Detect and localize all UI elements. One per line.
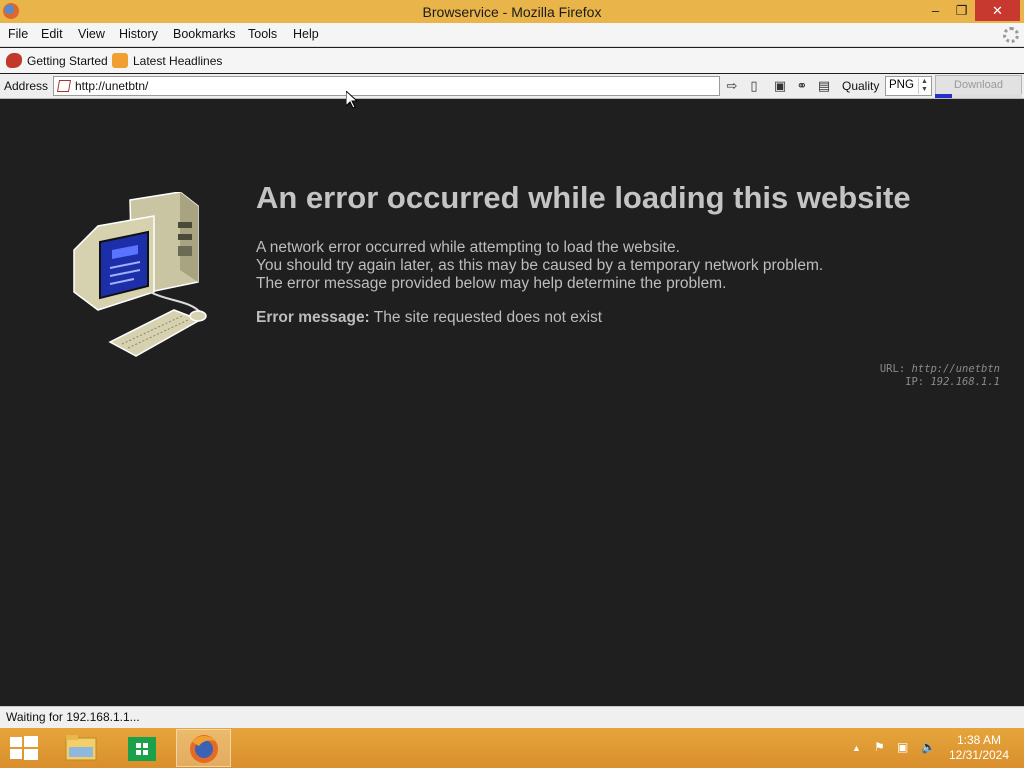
file-explorer-taskbar-button[interactable]: [54, 729, 109, 767]
menu-edit[interactable]: Edit: [41, 27, 63, 41]
store-icon: [128, 737, 156, 761]
address-toolbar: Address http://unetbtn/ ⇨ ▯ ▣ ⚭ ▤ Qualit…: [0, 74, 1024, 99]
taskbar-clock[interactable]: 1:38 AM 12/31/2024: [944, 733, 1014, 763]
volume-muted-icon[interactable]: 🔈: [921, 740, 936, 754]
action-center-flag-icon[interactable]: ⚑: [874, 740, 885, 754]
windows-start-icon[interactable]: [10, 736, 38, 760]
status-bar: Waiting for 192.168.1.1...: [0, 706, 1024, 728]
taskbar: ▲ ⚑ ▣ 🔈 1:38 AM 12/31/2024: [0, 728, 1024, 768]
url-value: http://unetbtn: [911, 363, 1000, 375]
address-label: Address: [4, 79, 49, 93]
window-title: Browservice - Mozilla Firefox: [422, 4, 602, 20]
error-heading: An error occurred while loading this web…: [256, 180, 911, 215]
menu-bookmarks[interactable]: Bookmarks: [173, 27, 236, 41]
page-icon: [56, 80, 72, 92]
computer-illustration-icon: [73, 192, 207, 357]
store-taskbar-button[interactable]: [115, 729, 170, 767]
quality-value: PNG: [889, 79, 914, 91]
download-progress-bar: [935, 94, 1022, 98]
progress-fill: [935, 94, 953, 98]
clock-time: 1:38 AM: [956, 733, 1002, 747]
clock-date: 12/31/2024: [948, 748, 1010, 762]
go-arrow-icon[interactable]: ⇨: [723, 77, 741, 95]
maximize-button[interactable]: ❐: [948, 0, 975, 21]
menu-file[interactable]: File: [8, 27, 28, 41]
bookmark-page-icon[interactable]: ▯: [745, 77, 763, 95]
quality-label: Quality: [842, 79, 880, 93]
bookmark-latest-headlines[interactable]: Latest Headlines: [133, 54, 222, 68]
mouse-cursor-icon: [346, 91, 358, 109]
find-binoculars-icon[interactable]: ⚭: [793, 77, 811, 95]
page-content: An error occurred while loading this web…: [0, 91, 1024, 706]
firefox-taskbar-button[interactable]: [176, 729, 231, 767]
network-icon[interactable]: ▣: [897, 740, 908, 754]
window-title-bar: Browservice - Mozilla Firefox – ❐ ✕: [0, 0, 1024, 23]
firefox-bookmark-icon: [6, 53, 22, 68]
error-description: A network error occurred while attemptin…: [256, 239, 823, 293]
loading-throbber-icon: [1003, 27, 1019, 43]
menu-history[interactable]: History: [119, 27, 158, 41]
save-page-icon[interactable]: ▣: [771, 77, 789, 95]
bookmarks-toolbar: Getting Started Latest Headlines: [0, 48, 1024, 73]
download-button[interactable]: Download: [935, 75, 1022, 95]
menu-tools[interactable]: Tools: [248, 27, 277, 41]
error-line-3: The error message provided below may hel…: [256, 275, 727, 292]
quality-select[interactable]: PNG ▲ ▼: [885, 76, 932, 96]
status-text: Waiting for 192.168.1.1...: [6, 710, 140, 724]
clipboard-icon[interactable]: ▤: [815, 77, 833, 95]
minimize-button[interactable]: –: [922, 0, 949, 21]
error-line-1: A network error occurred while attemptin…: [256, 239, 680, 256]
ip-value: 192.168.1.1: [930, 376, 1000, 388]
address-url[interactable]: http://unetbtn/: [75, 79, 148, 93]
quality-spinner-icon[interactable]: ▲ ▼: [918, 78, 930, 94]
ip-label: IP:: [905, 376, 925, 388]
error-details: URL: http://unetbtn IP: 192.168.1.1: [880, 363, 1000, 389]
folder-icon: [65, 735, 97, 761]
show-hidden-icons-icon[interactable]: ▲: [852, 743, 861, 753]
rss-icon: [112, 53, 128, 68]
error-message-text: The site requested does not exist: [373, 309, 603, 326]
error-message-label: Error message:: [256, 309, 370, 326]
bookmark-getting-started[interactable]: Getting Started: [27, 54, 108, 68]
menu-help[interactable]: Help: [293, 27, 319, 41]
error-line-2: You should try again later, as this may …: [256, 257, 824, 274]
error-message: Error message: The site requested does n…: [256, 309, 602, 327]
address-input[interactable]: http://unetbtn/: [53, 76, 720, 96]
url-label: URL:: [879, 363, 906, 375]
firefox-icon: [190, 735, 218, 763]
menu-view[interactable]: View: [78, 27, 105, 41]
menu-bar: File Edit View History Bookmarks Tools H…: [0, 23, 1024, 47]
close-button[interactable]: ✕: [975, 0, 1020, 21]
